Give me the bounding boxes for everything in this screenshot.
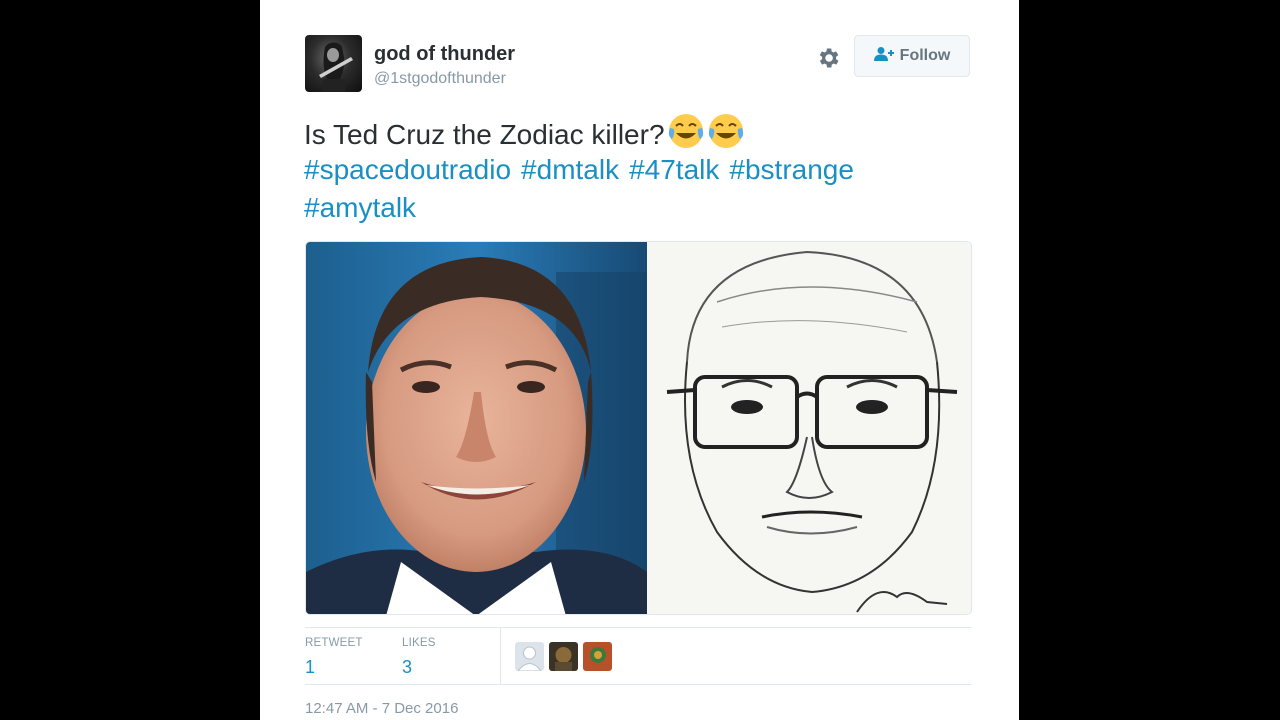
avatar[interactable] [549, 642, 578, 671]
gear-icon[interactable] [815, 45, 841, 71]
user-name[interactable]: god of thunder [374, 43, 515, 66]
hashtag-link[interactable]: #47talk [629, 154, 719, 185]
zodiac-sketch [647, 242, 971, 614]
hashtag-link[interactable]: #bstrange [729, 154, 854, 185]
tweet-card: god of thunder @1stgodofthunder Follow I… [260, 0, 1019, 720]
avatar[interactable] [583, 642, 612, 671]
tweet-body: Is Ted Cruz the Zodiac killer? [304, 119, 665, 150]
retweet-label: RETWEET [305, 637, 363, 649]
follow-button[interactable]: Follow [854, 35, 970, 77]
likes-label: LIKES [402, 637, 436, 649]
face-with-tears-of-joy-icon [667, 112, 705, 150]
tweet-stats: RETWEET 1 LIKES 3 [305, 627, 971, 685]
tweet-header: god of thunder @1stgodofthunder Follow [305, 35, 971, 93]
portrait-photo [306, 242, 647, 614]
avatar[interactable] [305, 35, 362, 92]
tweet-text: Is Ted Cruz the Zodiac killer? [304, 112, 964, 154]
tweet-timestamp[interactable]: 12:47 AM - 7 Dec 2016 [305, 700, 458, 717]
user-handle[interactable]: @1stgodofthunder [374, 70, 506, 88]
retweet-stat[interactable]: RETWEET 1 [305, 637, 363, 678]
liker-avatars [515, 642, 617, 671]
likes-count: 3 [402, 657, 413, 677]
follow-label: Follow [899, 47, 951, 64]
hashtag-link[interactable]: #spacedoutradio [304, 154, 511, 185]
retweet-count: 1 [305, 657, 316, 677]
face-with-tears-of-joy-icon [707, 112, 745, 150]
add-user-icon [873, 46, 894, 67]
hashtag-list: #spacedoutradio #dmtalk #47talk #bstrange #a… [304, 151, 964, 227]
avatar[interactable] [515, 642, 544, 671]
tweet-media[interactable] [305, 241, 972, 615]
likes-stat[interactable]: LIKES 3 [402, 637, 436, 678]
hashtag-link[interactable]: #dmtalk [521, 154, 619, 185]
stats-divider [500, 628, 501, 684]
hashtag-link[interactable]: #amytalk [304, 192, 416, 223]
